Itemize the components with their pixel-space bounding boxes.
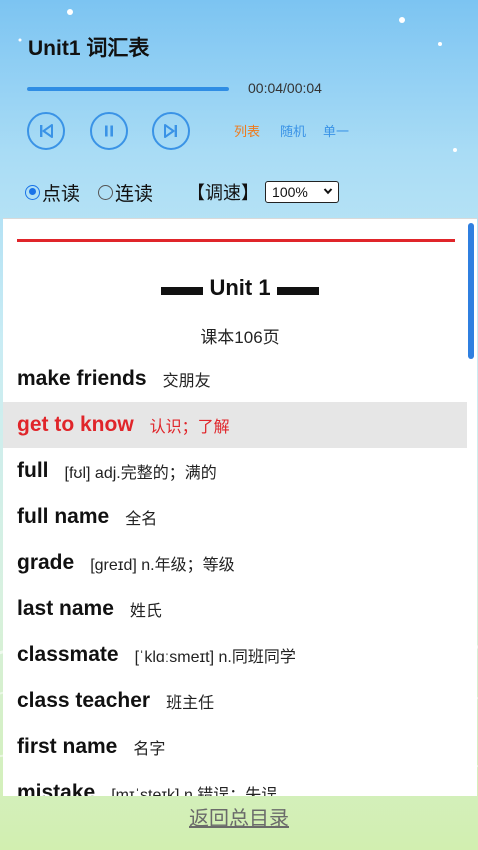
progress-bar[interactable] <box>27 87 229 91</box>
divider-line <box>17 239 455 242</box>
word-meaning: 全名 <box>125 511 158 528</box>
read-options: 点读 连读 【调速】 100% <box>25 178 340 206</box>
word-english: class teacher <box>17 689 151 712</box>
pause-button[interactable] <box>90 112 128 150</box>
word-meaning: 姓氏 <box>129 603 162 620</box>
word-english: mistake <box>17 781 96 796</box>
word-row[interactable]: classmate [ˈklɑːsmeɪt] n.同班同学 <box>3 632 467 678</box>
heading-bar-right <box>276 287 319 296</box>
word-list-panel[interactable]: Unit 1 课本106页 make friends 交朋友 get to know… <box>3 218 477 796</box>
speed-value: 100% <box>272 184 308 200</box>
audio-player: Unit1 词汇表 00:04/00:04 列表 随机 单一 点读 连读 【调速… <box>0 0 478 218</box>
word-english: get to know <box>17 413 134 436</box>
word-meaning: 认识；了解 <box>149 419 230 436</box>
word-english: full name <box>17 505 110 528</box>
word-list: make friends 交朋友 get to know 认识；了解 full [fʊl]… <box>3 356 467 796</box>
word-row[interactable]: make friends 交朋友 <box>3 356 467 402</box>
word-meaning: 交朋友 <box>162 373 211 390</box>
continuous-read-radio[interactable] <box>98 184 114 200</box>
speed-select[interactable]: 100% <box>265 181 340 203</box>
word-english: last name <box>17 597 114 620</box>
word-row[interactable]: mistake [mɪˈsteɪk] n.错误；失误 <box>3 770 467 796</box>
mode-random-button[interactable]: 随机 <box>280 121 306 140</box>
word-row[interactable]: last name 姓氏 <box>3 586 467 632</box>
next-button[interactable] <box>152 112 190 150</box>
word-english: classmate <box>17 643 119 666</box>
speed-label: 【调速】 <box>187 183 260 203</box>
word-row[interactable]: grade [ɡreɪd] n.年级；等级 <box>3 540 467 586</box>
skip-next-icon <box>164 124 177 138</box>
scrollbar[interactable] <box>468 223 474 359</box>
point-read-option[interactable]: 点读 <box>25 179 80 206</box>
word-meaning: [ˈklɑːsmeɪt] n.同班同学 <box>134 649 296 666</box>
previous-button[interactable] <box>27 112 65 150</box>
back-to-index-link[interactable]: 返回总目录 <box>189 802 289 831</box>
word-meaning: [fʊl] adj.完整的；满的 <box>64 465 217 482</box>
word-meaning: [mɪˈsteɪk] n.错误；失误 <box>111 787 278 796</box>
unit-title: Unit 1 <box>209 275 271 300</box>
skip-previous-icon <box>40 124 53 138</box>
unit-heading: Unit 1 <box>3 275 477 301</box>
word-meaning: 名字 <box>133 741 166 758</box>
continuous-read-option[interactable]: 连读 <box>98 179 153 206</box>
word-english: grade <box>17 551 75 574</box>
page-title: Unit1 词汇表 <box>28 37 150 60</box>
word-row[interactable]: class teacher 班主任 <box>3 678 467 724</box>
heading-bar-left <box>161 287 204 296</box>
point-read-radio[interactable] <box>25 184 40 200</box>
mode-single-button[interactable]: 单一 <box>323 121 349 140</box>
pause-icon <box>105 125 113 137</box>
word-row[interactable]: full [fʊl] adj.完整的；满的 <box>3 448 467 494</box>
word-row[interactable]: first name 名字 <box>3 724 467 770</box>
time-display: 00:04/00:04 <box>248 80 322 96</box>
word-row[interactable]: full name 全名 <box>3 494 467 540</box>
progress-fill <box>27 87 229 91</box>
footer: 返回总目录 <box>0 796 478 850</box>
continuous-read-label: 连读 <box>115 183 154 205</box>
mode-list-button[interactable]: 列表 <box>234 121 260 140</box>
word-english: make friends <box>17 367 147 390</box>
page-reference: 课本106页 <box>200 328 280 347</box>
word-english: first name <box>17 735 118 758</box>
point-read-label: 点读 <box>42 183 81 205</box>
word-meaning: [ɡreɪd] n.年级；等级 <box>90 557 235 574</box>
chevron-down-icon <box>323 188 333 195</box>
word-meaning: 班主任 <box>166 695 215 712</box>
word-row[interactable]: get to know 认识；了解 <box>3 402 467 448</box>
word-english: full <box>17 459 49 482</box>
